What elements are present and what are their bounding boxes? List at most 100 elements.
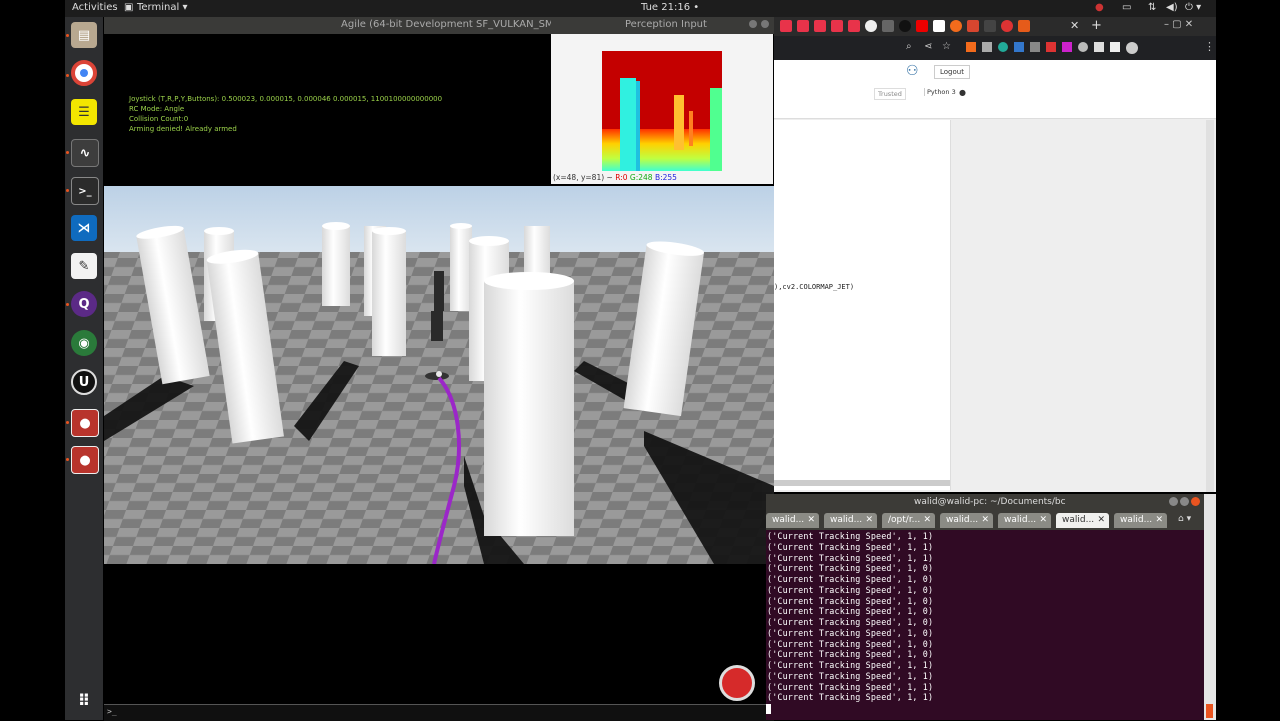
terminal-output[interactable]: ('Current Tracking Speed', 1, 1) ('Curren… [766, 530, 1204, 720]
simulator-title: Agile (64-bit Development SF_VULKAN_SM5) [341, 19, 564, 30]
trusted-indicator[interactable]: Trusted [874, 88, 906, 100]
extension-icon[interactable] [998, 42, 1008, 52]
pixel-readout: (x=48, y=81) ~ R:0 G:248 B:255 [553, 173, 677, 182]
close-tab-icon[interactable]: ✕ [807, 515, 815, 525]
close-icon[interactable] [1191, 497, 1200, 506]
browser-tab[interactable] [882, 20, 894, 32]
browser-tab[interactable] [848, 20, 860, 32]
record-indicator-icon[interactable]: ● [1095, 2, 1104, 13]
browser-tab[interactable] [831, 20, 843, 32]
terminal-tab[interactable]: /opt/r... ✕ [882, 513, 935, 528]
window-icon[interactable]: ▭ [1122, 2, 1131, 13]
terminal-scrollbar[interactable] [1204, 494, 1216, 720]
notes-icon[interactable]: ☰ [71, 99, 97, 125]
vertical-scrollbar[interactable] [1206, 120, 1214, 492]
tab-menu-icon[interactable]: ⌂ ▾ [1178, 514, 1191, 524]
show-apps-icon[interactable]: ⠿ [71, 687, 97, 713]
kernel-name[interactable]: Python 3 [924, 88, 956, 96]
close-tab-icon[interactable]: ✕ [1097, 515, 1105, 525]
browser-tab[interactable] [797, 20, 809, 32]
bookmark-star-icon[interactable]: ☆ [942, 41, 951, 52]
extension-icon[interactable] [966, 42, 976, 52]
perception-titlebar[interactable]: Perception Input [551, 17, 773, 34]
terminal-icon[interactable]: >_ [71, 177, 99, 205]
browser-tab-strip: ✕ + – ▢ ✕ [774, 17, 1216, 36]
perception-input-window[interactable]: Perception Input (x=48, y=81) ~ R:0 G:24… [551, 17, 773, 184]
close-tab-icon[interactable]: ✕ [981, 515, 989, 525]
new-tab-icon[interactable]: + [1091, 18, 1102, 33]
chrome-icon[interactable] [71, 60, 97, 86]
puzzle-icon[interactable] [1094, 42, 1104, 52]
activities-button[interactable]: Activities [72, 2, 118, 13]
extension-icon[interactable] [1062, 42, 1072, 52]
terminal-line: ('Current Tracking Speed', 1, 0) [767, 617, 934, 627]
close-tab-icon[interactable]: ✕ [923, 515, 931, 525]
system-monitor-icon[interactable]: ∿ [71, 139, 99, 167]
browser-tab[interactable] [899, 20, 911, 32]
browser-tab[interactable] [984, 20, 996, 32]
scrollbar-thumb[interactable] [1206, 704, 1213, 718]
terminal-tab[interactable]: walid... ✕ [1114, 513, 1167, 528]
globe-icon[interactable]: ◉ [71, 330, 97, 356]
browser-tab[interactable] [950, 20, 962, 32]
terminal-line: ('Current Tracking Speed', 1, 1) [767, 541, 934, 552]
minimize-icon[interactable] [1169, 497, 1178, 506]
minimize-icon[interactable] [749, 20, 757, 28]
terminal-tab[interactable]: walid... ✕ [824, 513, 877, 528]
clock[interactable]: Tue 21:16 • [641, 2, 699, 13]
terminal-line: ('Current Tracking Speed', 1, 1) [767, 692, 934, 703]
simulator-console-bar[interactable]: >_ [104, 704, 774, 721]
red-app-icon[interactable]: ● [71, 409, 99, 437]
volume-icon[interactable]: ◀) [1166, 2, 1178, 13]
close-icon[interactable] [761, 20, 769, 28]
browser-tab[interactable] [933, 20, 945, 32]
browser-tab[interactable] [814, 20, 826, 32]
horizontal-scrollbar[interactable] [774, 480, 950, 486]
terminal-tab[interactable]: walid... ✕ [998, 513, 1051, 528]
avatar[interactable] [1126, 42, 1138, 54]
terminal-tab-active[interactable]: walid... ✕ [1056, 513, 1109, 528]
close-tab-icon[interactable]: ✕ [1070, 19, 1079, 32]
terminal-titlebar[interactable]: walid@walid-pc: ~/Documents/bc [766, 494, 1204, 511]
files-icon[interactable]: ▤ [71, 22, 97, 48]
extension-icon[interactable] [982, 42, 992, 52]
browser-tab[interactable] [1001, 20, 1013, 32]
close-tab-icon[interactable]: ✕ [865, 515, 873, 525]
window-controls[interactable]: – ▢ ✕ [1164, 19, 1193, 30]
extension-icon[interactable] [1046, 42, 1056, 52]
browser-tab[interactable] [865, 20, 877, 32]
browser-tab-active[interactable] [1018, 20, 1030, 32]
notebook-cell[interactable]: ),cv2.COLORMAP_JET) [774, 120, 951, 490]
red-app-icon[interactable]: ● [71, 446, 99, 474]
text-editor-icon[interactable]: ✎ [71, 253, 97, 279]
simulation-viewport[interactable] [104, 186, 774, 564]
search-icon[interactable]: ⌕ [906, 41, 912, 52]
kernel-status-icon: ● [959, 88, 966, 97]
extension-icon[interactable] [1014, 42, 1024, 52]
terminal-title: walid@walid-pc: ~/Documents/bc [914, 497, 1066, 507]
sidebar-icon[interactable] [1110, 42, 1120, 52]
close-tab-icon[interactable]: ✕ [1155, 515, 1163, 525]
terminal-tab[interactable]: walid... ✕ [766, 513, 819, 528]
python-logo-icon: ⚇ [906, 63, 919, 79]
close-tab-icon[interactable]: ✕ [1039, 515, 1047, 525]
share-icon[interactable]: ⋖ [924, 41, 932, 52]
unreal-engine-icon[interactable]: U [71, 369, 97, 395]
app-menu[interactable]: Terminal ▾ [137, 2, 187, 13]
browser-tab[interactable] [780, 20, 792, 32]
vscode-icon[interactable]: ⋊ [71, 215, 97, 241]
browser-tab[interactable] [916, 20, 928, 32]
browser-tab[interactable] [967, 20, 979, 32]
menu-icon[interactable]: ⋮ [1204, 40, 1215, 53]
extension-icon[interactable] [1078, 42, 1088, 52]
logout-button[interactable]: Logout [934, 65, 970, 79]
power-icon[interactable]: ⏻ ▾ [1185, 2, 1201, 13]
terminal-tab[interactable]: walid... ✕ [940, 513, 993, 528]
terminal-line: ('Current Tracking Speed', 1, 0) [767, 563, 934, 574]
qgroundcontrol-icon[interactable]: Q [71, 291, 97, 317]
network-icon[interactable]: ⇅ [1148, 2, 1156, 13]
maximize-icon[interactable] [1180, 497, 1189, 506]
running-indicator [66, 34, 69, 37]
record-button[interactable] [719, 665, 755, 701]
extension-icon[interactable] [1030, 42, 1040, 52]
